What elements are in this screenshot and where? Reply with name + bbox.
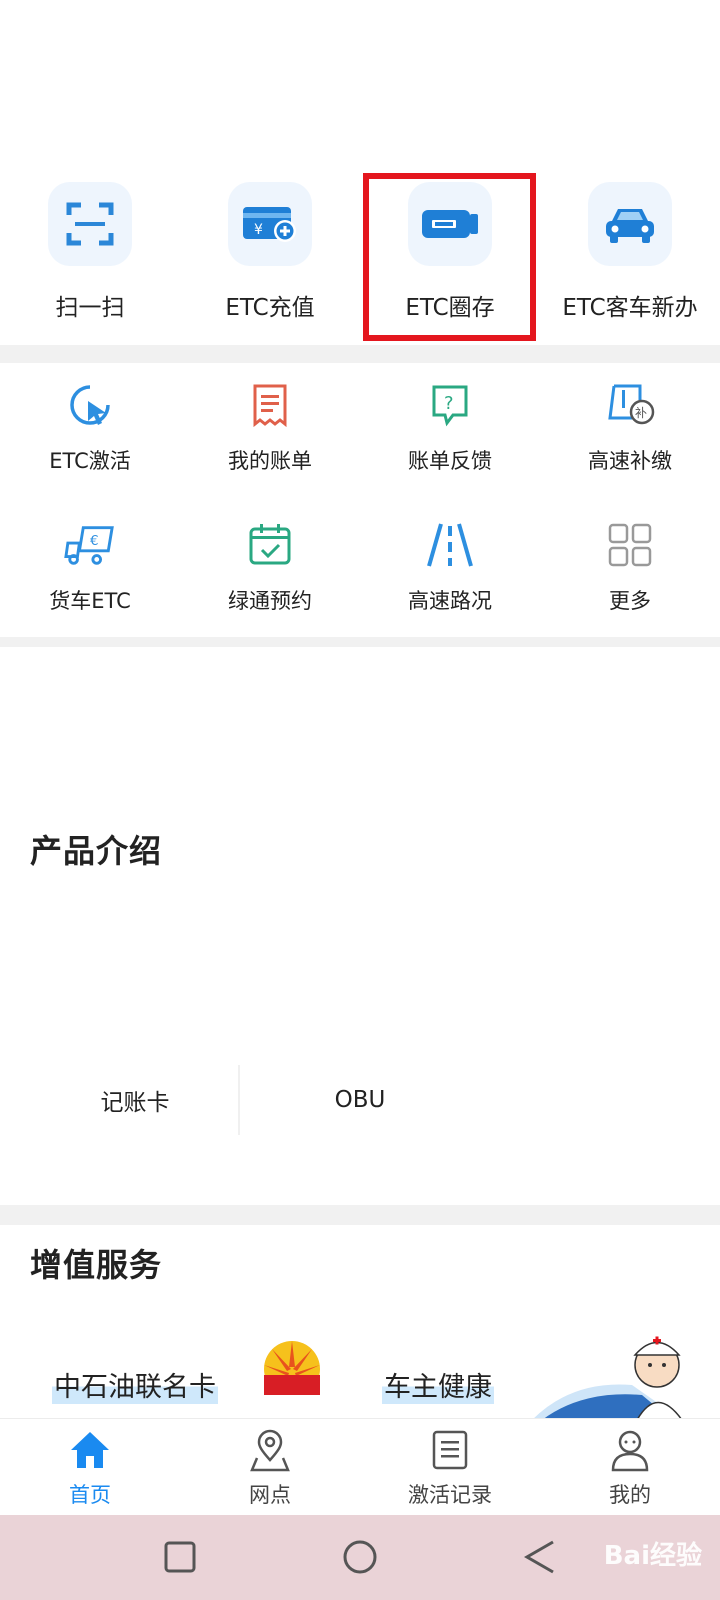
highway-repay-button[interactable]: 补 高速补缴: [540, 375, 720, 487]
value-section-title: 增值服务: [30, 1246, 163, 1284]
etc-quancun-button[interactable]: ETC圈存: [360, 170, 540, 345]
bill-feedback-button[interactable]: ? 账单反馈: [360, 375, 540, 487]
system-navigation-bar: Bai经验: [0, 1515, 720, 1600]
petrochina-logo-icon: [264, 1341, 320, 1395]
svg-text:¥: ¥: [254, 222, 263, 238]
calendar-icon: [244, 519, 296, 571]
truck-etc-button[interactable]: € 货车ETC: [0, 515, 180, 627]
road-condition-button[interactable]: 高速路况: [360, 515, 540, 627]
road-icon: [424, 519, 476, 571]
highway-repay-label: 高速补缴: [588, 449, 672, 473]
green-pass-button[interactable]: 绿通预约: [180, 515, 360, 627]
home-nav-button[interactable]: [338, 1535, 382, 1579]
feedback-icon: ?: [424, 379, 476, 431]
service-grid: ETC激活 我的账单 ? 账单反馈 补 高速补缴 € 货车ETC 绿通预约 高速…: [0, 375, 720, 627]
my-bill-label: 我的账单: [228, 449, 312, 473]
square-icon: [164, 1541, 196, 1573]
svg-text:€: €: [90, 533, 99, 549]
tab-mine[interactable]: 我的: [540, 1419, 720, 1515]
bill-feedback-label: 账单反馈: [408, 449, 492, 473]
bottom-tab-bar: 首页 网点 激活记录 我的: [0, 1418, 720, 1515]
recharge-card-icon: ¥: [228, 182, 312, 266]
circle-icon: [343, 1540, 377, 1574]
tab-separator: [238, 1065, 240, 1135]
scan-label: 扫一扫: [55, 295, 125, 321]
truck-etc-label: 货车ETC: [49, 589, 131, 613]
value-service-cards: 中石油联名卡 车主健康: [0, 1325, 720, 1420]
repay-icon: 补: [604, 379, 656, 431]
my-bill-button[interactable]: 我的账单: [180, 375, 360, 487]
section-divider: [0, 345, 720, 363]
record-icon: [427, 1427, 473, 1473]
truck-icon: €: [64, 519, 116, 571]
road-condition-label: 高速路况: [408, 589, 492, 613]
tab-activation-records[interactable]: 激活记录: [360, 1419, 540, 1515]
doctor-illustration-icon: [532, 1336, 683, 1420]
svg-text:补: 补: [635, 406, 647, 420]
section-divider: [0, 1205, 720, 1225]
car-owner-health-title: 车主健康: [382, 1365, 494, 1404]
top-blank-area: [0, 0, 720, 170]
product-tab-obu[interactable]: OBU: [260, 1055, 460, 1145]
etc-quancun-label: ETC圈存: [405, 295, 495, 321]
etc-new-car-label: ETC客车新办: [562, 295, 698, 321]
product-tab-card[interactable]: 记账卡: [40, 1055, 230, 1145]
etc-activate-label: ETC激活: [49, 449, 131, 473]
scan-icon: [48, 182, 132, 266]
tab-mine-label: 我的: [609, 1483, 651, 1507]
bill-icon: [244, 379, 296, 431]
profile-icon: [607, 1427, 653, 1473]
car-owner-health-card[interactable]: 车主健康: [362, 1325, 692, 1420]
etc-recharge-button[interactable]: ¥ ETC充值: [180, 170, 360, 345]
etc-new-car-button[interactable]: ETC客车新办: [540, 170, 720, 345]
activate-icon: [64, 379, 116, 431]
grid-more-icon: [604, 519, 656, 571]
green-pass-label: 绿通预约: [228, 589, 312, 613]
location-icon: [247, 1427, 293, 1473]
tab-outlets[interactable]: 网点: [180, 1419, 360, 1515]
petrochina-card-title: 中石油联名卡: [52, 1365, 218, 1404]
product-section-title: 产品介绍: [30, 832, 163, 870]
watermark-logo: Bai经验: [603, 1541, 702, 1571]
recent-apps-button[interactable]: [158, 1535, 202, 1579]
tab-activation-records-label: 激活记录: [408, 1483, 492, 1507]
svg-text:?: ?: [444, 393, 454, 414]
back-triangle-icon: [523, 1540, 554, 1574]
car-icon: [588, 182, 672, 266]
etc-recharge-label: ETC充值: [225, 295, 315, 321]
etc-card-icon: [408, 182, 492, 266]
section-divider: [0, 637, 720, 647]
etc-activate-button[interactable]: ETC激活: [0, 375, 180, 487]
tab-outlets-label: 网点: [249, 1483, 291, 1507]
more-label: 更多: [609, 589, 651, 613]
back-nav-button[interactable]: [518, 1535, 562, 1579]
primary-actions: 扫一扫 ¥ ETC充值 ETC圈存 ETC客车新办: [0, 170, 720, 345]
petrochina-card[interactable]: 中石油联名卡: [28, 1325, 348, 1420]
tab-home-label: 首页: [69, 1483, 111, 1507]
tab-home[interactable]: 首页: [0, 1419, 180, 1515]
home-icon: [67, 1427, 113, 1473]
scan-button[interactable]: 扫一扫: [0, 170, 180, 345]
more-button[interactable]: 更多: [540, 515, 720, 627]
product-tabs: 记账卡 OBU: [0, 1055, 720, 1145]
